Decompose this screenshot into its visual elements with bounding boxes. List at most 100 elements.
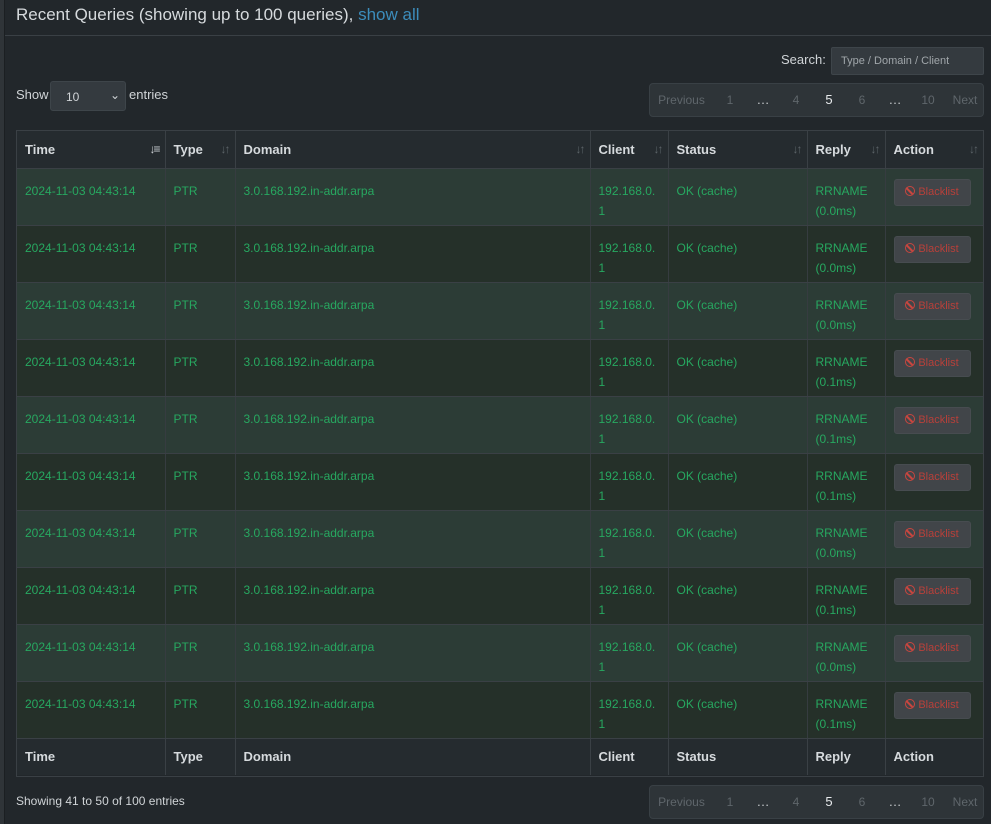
cell-type: PTR bbox=[165, 510, 236, 568]
pagination-top: Previous 1 … 4 5 6 … 10 Next bbox=[649, 83, 984, 117]
box-title-text: Recent Queries (showing up to 100 querie… bbox=[16, 5, 359, 24]
cell-domain: 3.0.168.192.in-addr.arpa bbox=[235, 282, 591, 340]
table-row: 2024-11-03 04:43:14 PTR 3.0.168.192.in-add… bbox=[17, 339, 983, 397]
blacklist-button[interactable]: Blacklist bbox=[893, 235, 971, 263]
cell-action: Blacklist bbox=[885, 225, 983, 283]
cell-time: 2024-11-03 04:43:14 bbox=[17, 624, 166, 682]
cell-type: PTR bbox=[165, 453, 236, 511]
column-footer-domain: Domain bbox=[235, 737, 591, 775]
chevron-down-icon: ⌄ bbox=[109, 88, 120, 102]
ban-icon bbox=[905, 242, 916, 253]
blacklist-button[interactable]: Blacklist bbox=[893, 577, 971, 605]
ban-icon bbox=[905, 413, 916, 424]
cell-action: Blacklist bbox=[885, 168, 983, 226]
column-header-label: Status bbox=[676, 141, 717, 157]
pagination-page-4[interactable]: 4 bbox=[783, 84, 809, 116]
column-footer-action: Action bbox=[885, 737, 983, 775]
sort-both-icon: ↓↑ bbox=[969, 142, 979, 156]
pagination-previous[interactable]: Previous bbox=[650, 786, 713, 818]
cell-time: 2024-11-03 04:43:14 bbox=[17, 453, 166, 511]
cell-domain: 3.0.168.192.in-addr.arpa bbox=[235, 168, 591, 226]
ban-icon bbox=[905, 641, 916, 652]
cell-client: 192.168.0.1 bbox=[590, 396, 669, 454]
cell-reply: RRNAME (0.0ms) bbox=[807, 225, 886, 283]
pagination-page-6[interactable]: 6 bbox=[849, 786, 875, 818]
column-header-label: Time bbox=[25, 141, 56, 157]
column-header-label: Client bbox=[598, 141, 635, 157]
cell-reply: RRNAME (0.0ms) bbox=[807, 624, 886, 682]
table-row: 2024-11-03 04:43:14 PTR 3.0.168.192.in-add… bbox=[17, 168, 983, 226]
sort-both-icon: ↓↑ bbox=[220, 142, 231, 156]
blacklist-button[interactable]: Blacklist bbox=[893, 406, 971, 434]
cell-time: 2024-11-03 04:43:14 bbox=[17, 510, 166, 568]
pagination-page-1[interactable]: 1 bbox=[717, 786, 743, 818]
box-header: Recent Queries (showing up to 100 querie… bbox=[5, 0, 991, 36]
cell-time: 2024-11-03 04:43:14 bbox=[17, 168, 166, 226]
column-header-label: Reply bbox=[815, 141, 851, 157]
cell-client: 192.168.0.1 bbox=[590, 168, 669, 226]
column-header-client[interactable]: Client ↓↑ bbox=[590, 131, 669, 169]
blacklist-button[interactable]: Blacklist bbox=[893, 634, 971, 662]
blacklist-label: Blacklist bbox=[918, 185, 959, 198]
pagination-page-1[interactable]: 1 bbox=[717, 84, 743, 116]
table-row: 2024-11-03 04:43:14 PTR 3.0.168.192.in-add… bbox=[17, 453, 983, 511]
cell-domain: 3.0.168.192.in-addr.arpa bbox=[235, 453, 591, 511]
cell-domain: 3.0.168.192.in-addr.arpa bbox=[235, 681, 591, 739]
search-input[interactable] bbox=[831, 47, 984, 75]
cell-status: OK (cache) bbox=[668, 681, 808, 739]
blacklist-label: Blacklist bbox=[918, 470, 959, 483]
pagination-ellipsis: … bbox=[888, 92, 902, 107]
cell-client: 192.168.0.1 bbox=[590, 681, 669, 739]
cell-client: 192.168.0.1 bbox=[590, 339, 669, 397]
column-footer-time: Time bbox=[17, 737, 166, 775]
blacklist-button[interactable]: Blacklist bbox=[893, 178, 971, 206]
cell-type: PTR bbox=[165, 567, 236, 625]
pagination-next[interactable]: Next bbox=[947, 786, 983, 818]
cell-type: PTR bbox=[165, 225, 236, 283]
cell-type: PTR bbox=[165, 396, 236, 454]
column-header-domain[interactable]: Domain ↓↑ bbox=[235, 131, 591, 169]
cell-action: Blacklist bbox=[885, 624, 983, 682]
cell-action: Blacklist bbox=[885, 567, 983, 625]
blacklist-label: Blacklist bbox=[918, 242, 959, 255]
search-label: Search: bbox=[781, 52, 826, 67]
cell-client: 192.168.0.1 bbox=[590, 567, 669, 625]
column-header-action[interactable]: Action ↓↑ bbox=[885, 131, 983, 169]
show-all-link[interactable]: show all bbox=[358, 5, 419, 24]
pagination-page-10[interactable]: 10 bbox=[914, 786, 942, 818]
column-header-time[interactable]: Time ↓≡ bbox=[17, 131, 166, 169]
column-header-type[interactable]: Type ↓↑ bbox=[165, 131, 236, 169]
cell-status: OK (cache) bbox=[668, 339, 808, 397]
pagination-previous[interactable]: Previous bbox=[650, 84, 713, 116]
blacklist-label: Blacklist bbox=[918, 584, 959, 597]
pagination-page-10[interactable]: 10 bbox=[914, 84, 942, 116]
blacklist-button[interactable]: Blacklist bbox=[893, 292, 971, 320]
queries-table-container: Time ↓≡ Type ↓↑ Domain ↓↑ Client ↓↑ Status ↓↑… bbox=[16, 130, 984, 777]
blacklist-label: Blacklist bbox=[918, 413, 959, 426]
column-footer-client: Client bbox=[590, 737, 669, 775]
blacklist-button[interactable]: Blacklist bbox=[893, 520, 971, 548]
pagination-page-current[interactable]: 5 bbox=[816, 84, 842, 116]
table-row: 2024-11-03 04:43:14 PTR 3.0.168.192.in-add… bbox=[17, 567, 983, 625]
sort-both-icon: ↓↑ bbox=[575, 142, 586, 156]
blacklist-button[interactable]: Blacklist bbox=[893, 691, 971, 719]
cell-reply: RRNAME (0.1ms) bbox=[807, 681, 886, 739]
pagination-next[interactable]: Next bbox=[947, 84, 983, 116]
blacklist-button[interactable]: Blacklist bbox=[893, 349, 971, 377]
cell-domain: 3.0.168.192.in-addr.arpa bbox=[235, 567, 591, 625]
entries-per-page-select[interactable]: 10 ⌄ bbox=[50, 81, 126, 111]
pagination-page-6[interactable]: 6 bbox=[849, 84, 875, 116]
table-row: 2024-11-03 04:43:14 PTR 3.0.168.192.in-add… bbox=[17, 225, 983, 283]
cell-action: Blacklist bbox=[885, 282, 983, 340]
cell-client: 192.168.0.1 bbox=[590, 225, 669, 283]
pagination-ellipsis: … bbox=[756, 92, 770, 107]
sort-both-icon: ↓↑ bbox=[792, 142, 803, 156]
pagination-page-4[interactable]: 4 bbox=[783, 786, 809, 818]
cell-time: 2024-11-03 04:43:14 bbox=[17, 225, 166, 283]
table-row: 2024-11-03 04:43:14 PTR 3.0.168.192.in-add… bbox=[17, 681, 983, 739]
pagination-page-current[interactable]: 5 bbox=[816, 786, 842, 818]
blacklist-button[interactable]: Blacklist bbox=[893, 463, 971, 491]
column-header-reply[interactable]: Reply ↓↑ bbox=[807, 131, 886, 169]
table-row: 2024-11-03 04:43:14 PTR 3.0.168.192.in-add… bbox=[17, 396, 983, 454]
column-header-status[interactable]: Status ↓↑ bbox=[668, 131, 808, 169]
